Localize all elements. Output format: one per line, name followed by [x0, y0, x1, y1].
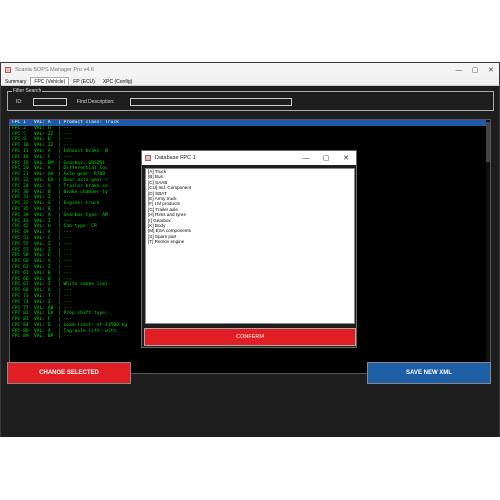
row-value: VAL: BP [34, 334, 54, 340]
confirm-button[interactable]: CONFERM [144, 328, 356, 346]
database-option[interactable]: [T] Remov engine [146, 239, 354, 244]
dialog-close-icon[interactable]: ✕ [336, 154, 356, 162]
maximize-icon[interactable]: ▢ [467, 66, 483, 74]
database-dialog: Database FPC 1 — ▢ ✕ [A] Truck [B] Bus [C]… [141, 150, 357, 348]
dialog-minimize-icon[interactable]: — [296, 155, 316, 162]
scrollbar-thumb[interactable] [486, 122, 490, 162]
find-description-input[interactable] [130, 98, 292, 106]
close-icon[interactable]: ✕ [483, 66, 499, 74]
change-selected-button[interactable]: CHANGE SELECTED [7, 362, 131, 384]
filter-legend: Filter Search [12, 88, 43, 94]
tab-bar: Summary FPC (Vehicle) FP (ECU) XPC (Conf… [1, 77, 499, 86]
find-description-label: Find Description: [77, 99, 115, 105]
dialog-title: Database FPC 1 [155, 155, 196, 161]
filter-search-group: Filter Search ID: Find Description: [7, 88, 494, 111]
list-scrollbar[interactable] [486, 120, 490, 373]
dialog-maximize-icon[interactable]: ▢ [316, 154, 336, 162]
tab-fp-ecu[interactable]: FP (ECU) [69, 77, 99, 85]
app-icon [5, 67, 11, 73]
minimize-icon[interactable]: — [451, 67, 467, 74]
id-label: ID: [16, 99, 23, 105]
database-option-list[interactable]: [A] Truck [B] Bus [C] SAAB [CU] Ind. Compon… [145, 168, 355, 324]
dialog-title-bar[interactable]: Database FPC 1 — ▢ ✕ [142, 151, 356, 165]
dialog-app-icon [145, 155, 151, 161]
id-input[interactable] [33, 98, 67, 106]
save-new-xml-button[interactable]: SAVE NEW XML [367, 362, 491, 384]
tab-summary[interactable]: Summary [1, 77, 30, 85]
tab-fpc-vehicle[interactable]: FPC (Vehicle) [30, 77, 70, 85]
title-bar[interactable]: Scania SOPS Manager Pro v4.6 — ▢ ✕ [1, 63, 499, 77]
window-title: Scania SOPS Manager Pro v4.6 [15, 67, 94, 73]
tab-xpc-config[interactable]: XPC (Config) [99, 77, 136, 85]
row-id: FPC 89 [12, 334, 29, 340]
